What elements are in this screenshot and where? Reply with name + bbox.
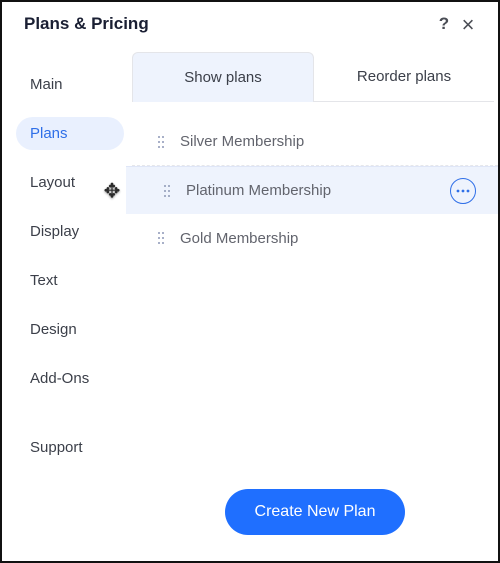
- plan-list: Silver Membership ✥ Platinum Membership: [132, 102, 498, 262]
- tab-reorder-plans[interactable]: Reorder plans: [314, 52, 494, 101]
- help-icon[interactable]: ?: [432, 14, 456, 34]
- tabs: Show plans Reorder plans: [132, 52, 494, 102]
- sidebar-item-layout[interactable]: Layout: [16, 166, 124, 199]
- sidebar-item-plans[interactable]: Plans: [16, 117, 124, 150]
- sidebar-item-design[interactable]: Design: [16, 313, 124, 346]
- panel-title: Plans & Pricing: [24, 14, 432, 34]
- sidebar: Main Plans Layout Display Text Design Ad…: [2, 46, 132, 561]
- plan-label: Silver Membership: [180, 133, 476, 150]
- plan-label: Platinum Membership: [186, 182, 450, 199]
- more-actions-button[interactable]: [450, 178, 476, 204]
- sidebar-item-add-ons[interactable]: Add-Ons: [16, 362, 124, 395]
- drag-handle-icon[interactable]: [156, 231, 166, 245]
- plans-pricing-panel: Plans & Pricing ? × Main Plans Layout Di…: [0, 0, 500, 563]
- drag-handle-icon[interactable]: [162, 184, 172, 198]
- plan-row[interactable]: ✥ Platinum Membership: [126, 166, 498, 214]
- sidebar-item-main[interactable]: Main: [16, 68, 124, 101]
- drag-handle-icon[interactable]: [156, 135, 166, 149]
- plan-row[interactable]: Gold Membership: [132, 214, 498, 262]
- plan-label: Gold Membership: [180, 230, 476, 247]
- close-icon[interactable]: ×: [456, 16, 480, 33]
- panel-body: Main Plans Layout Display Text Design Ad…: [2, 46, 498, 561]
- panel-header: Plans & Pricing ? ×: [2, 2, 498, 46]
- sidebar-item-text[interactable]: Text: [16, 264, 124, 297]
- sidebar-item-support[interactable]: Support: [16, 431, 124, 464]
- tab-show-plans[interactable]: Show plans: [132, 52, 314, 102]
- plan-row[interactable]: Silver Membership: [132, 118, 498, 166]
- main-pane: Show plans Reorder plans Silver Membersh…: [132, 46, 498, 561]
- cta-area: Create New Plan: [132, 489, 498, 535]
- sidebar-item-display[interactable]: Display: [16, 215, 124, 248]
- create-new-plan-button[interactable]: Create New Plan: [225, 489, 406, 535]
